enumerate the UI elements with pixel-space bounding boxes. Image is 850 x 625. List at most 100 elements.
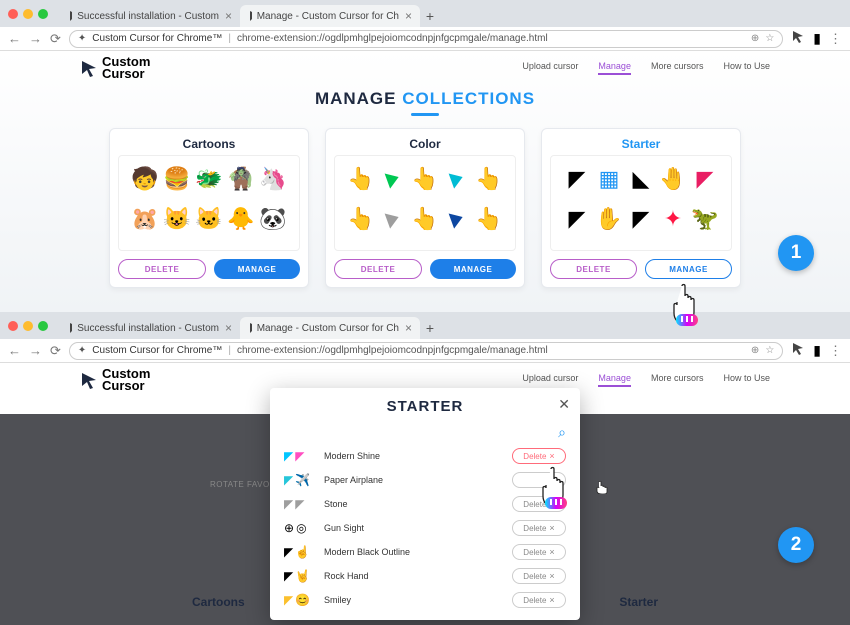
delete-cursor-button[interactable]: Delete×: [512, 592, 566, 608]
manage-button[interactable]: MANAGE: [430, 259, 516, 279]
cursor-icon: 👆: [346, 160, 376, 198]
collection-preview: 👆 👆 👆 👆 👆 👆: [334, 155, 516, 251]
minimize-window-icon[interactable]: [23, 321, 33, 331]
delete-cursor-button[interactable]: Delete×: [512, 496, 566, 512]
cursor-name: Smiley: [324, 595, 504, 605]
nav-upload[interactable]: Upload cursor: [522, 61, 578, 75]
zoom-icon[interactable]: ⊕: [751, 345, 759, 356]
site-nav: Upload cursor Manage More cursors How to…: [522, 61, 770, 75]
tab-close-icon[interactable]: ×: [405, 321, 412, 335]
manage-collection-modal: STARTER ✕ ⌕ ◤◤ Modern Shine Delete× ◤✈️ …: [270, 388, 580, 620]
browser-tab[interactable]: Successful installation - Custom ×: [60, 5, 240, 27]
star-icon[interactable]: ☆: [765, 345, 774, 356]
close-window-icon[interactable]: [8, 9, 18, 19]
cursor-icon: ✦: [658, 200, 688, 238]
maximize-window-icon[interactable]: [38, 321, 48, 331]
browser-tab[interactable]: Successful installation - Custom ×: [60, 317, 240, 339]
address-bar[interactable]: ✦ Custom Cursor for Chrome™ | chrome-ext…: [69, 30, 783, 48]
site-logo[interactable]: CustomCursor: [80, 368, 150, 391]
modal-title: STARTER: [387, 398, 464, 415]
cursor-row: ⊕◎ Gun Sight Delete×: [284, 516, 566, 540]
cursor-icon: 🐲: [194, 160, 224, 198]
extension-other-icon[interactable]: ▮: [813, 30, 821, 47]
tab-close-icon[interactable]: ×: [225, 9, 232, 23]
delete-cursor-button[interactable]: Delete×: [512, 568, 566, 584]
cursor-name: Paper Airplane: [324, 475, 504, 485]
close-window-icon[interactable]: [8, 321, 18, 331]
browser-tab-active[interactable]: Manage - Custom Cursor for Ch ×: [240, 5, 420, 27]
logo-text: CustomCursor: [102, 56, 150, 79]
delete-cursor-button[interactable]: Delete: [512, 472, 566, 488]
cursor-preview-icon: ◤◤: [284, 449, 316, 463]
cursor-list: ◤◤ Modern Shine Delete× ◤✈️ Paper Airpla…: [270, 444, 580, 612]
cursor-icon: 👆: [346, 200, 376, 238]
cursor-row: ◤✈️ Paper Airplane Delete: [284, 468, 566, 492]
cursor-row: ◤☝ Modern Black Outline Delete×: [284, 540, 566, 564]
minimize-window-icon[interactable]: [23, 9, 33, 19]
modal-header: STARTER ✕: [270, 388, 580, 424]
close-icon[interactable]: ✕: [558, 396, 570, 413]
delete-button[interactable]: DELETE: [334, 259, 422, 279]
cursor-icon: ◤: [626, 200, 656, 238]
delete-cursor-button[interactable]: Delete×: [512, 544, 566, 560]
back-icon[interactable]: ←: [8, 343, 21, 358]
new-tab-button[interactable]: +: [420, 8, 440, 24]
maximize-window-icon[interactable]: [38, 9, 48, 19]
delete-button[interactable]: DELETE: [550, 259, 637, 279]
tab-favicon-icon: [68, 321, 72, 335]
tab-close-icon[interactable]: ×: [225, 321, 232, 335]
browser-tab-active[interactable]: Manage - Custom Cursor for Ch ×: [240, 317, 420, 339]
nav-more[interactable]: More cursors: [651, 61, 704, 75]
nav-more[interactable]: More cursors: [651, 373, 704, 387]
collection-actions: DELETE MANAGE: [550, 259, 732, 279]
tab-title: Successful installation - Custom: [77, 11, 219, 22]
collection-card-starter: Starter ◤ ▦ ◣ 🤚 ◤ ◤ ✋ ◤ ✦ 🦖 DELETE MANAG…: [541, 128, 741, 288]
star-icon[interactable]: ☆: [765, 33, 774, 44]
extension-cursor-icon[interactable]: [791, 341, 805, 360]
cursor-icon: ◤: [562, 200, 592, 238]
delete-cursor-button[interactable]: Delete×: [512, 448, 566, 464]
nav-manage[interactable]: Manage: [598, 373, 631, 387]
nav-manage[interactable]: Manage: [598, 61, 631, 75]
forward-icon[interactable]: →: [29, 31, 42, 46]
new-tab-button[interactable]: +: [420, 320, 440, 336]
collection-title: Starter: [622, 137, 661, 151]
step-badge-2: 2: [778, 527, 814, 563]
delete-button[interactable]: DELETE: [118, 259, 206, 279]
manage-button[interactable]: MANAGE: [645, 259, 732, 279]
extension-other-icon[interactable]: ▮: [813, 342, 821, 359]
reload-icon[interactable]: ⟳: [50, 343, 61, 359]
cursor-preview-icon: ◤◤: [284, 497, 316, 511]
menu-icon[interactable]: ⋮: [829, 31, 842, 47]
pointer-hand-small-icon: [593, 479, 613, 494]
extension-cursor-icon[interactable]: [791, 29, 805, 48]
zoom-icon[interactable]: ⊕: [751, 33, 759, 44]
cursor-icon: 🧒: [130, 160, 160, 198]
menu-icon[interactable]: ⋮: [829, 343, 842, 359]
nav-upload[interactable]: Upload cursor: [522, 373, 578, 387]
reload-icon[interactable]: ⟳: [50, 31, 61, 47]
nav-howto[interactable]: How to Use: [723, 373, 770, 387]
step-badge-1: 1: [778, 235, 814, 271]
address-bar[interactable]: ✦ Custom Cursor for Chrome™ | chrome-ext…: [69, 342, 783, 360]
cursor-name: Stone: [324, 499, 504, 509]
window-controls[interactable]: [8, 321, 48, 331]
delete-cursor-button[interactable]: Delete×: [512, 520, 566, 536]
manage-button[interactable]: MANAGE: [214, 259, 300, 279]
logo-cursor-icon: [80, 371, 98, 389]
forward-icon[interactable]: →: [29, 343, 42, 358]
tab-title: Manage - Custom Cursor for Ch: [257, 323, 399, 334]
address-toolbar: ← → ⟳ ✦ Custom Cursor for Chrome™ | chro…: [0, 27, 850, 51]
window-controls[interactable]: [8, 9, 48, 19]
nav-howto[interactable]: How to Use: [723, 61, 770, 75]
tab-bar: Successful installation - Custom × Manag…: [0, 0, 850, 27]
cursor-icon: 👆: [410, 160, 440, 198]
address-toolbar: ← → ⟳ ✦ Custom Cursor for Chrome™ | chro…: [0, 339, 850, 363]
tab-close-icon[interactable]: ×: [405, 9, 412, 23]
site-logo[interactable]: CustomCursor: [80, 56, 150, 79]
browser-chrome: Successful installation - Custom × Manag…: [0, 0, 850, 51]
cursor-row: ◤😊 Smiley Delete×: [284, 588, 566, 612]
back-icon[interactable]: ←: [8, 31, 21, 46]
cursor-preview-icon: ◤😊: [284, 593, 316, 607]
search-icon[interactable]: ⌕: [270, 424, 580, 444]
